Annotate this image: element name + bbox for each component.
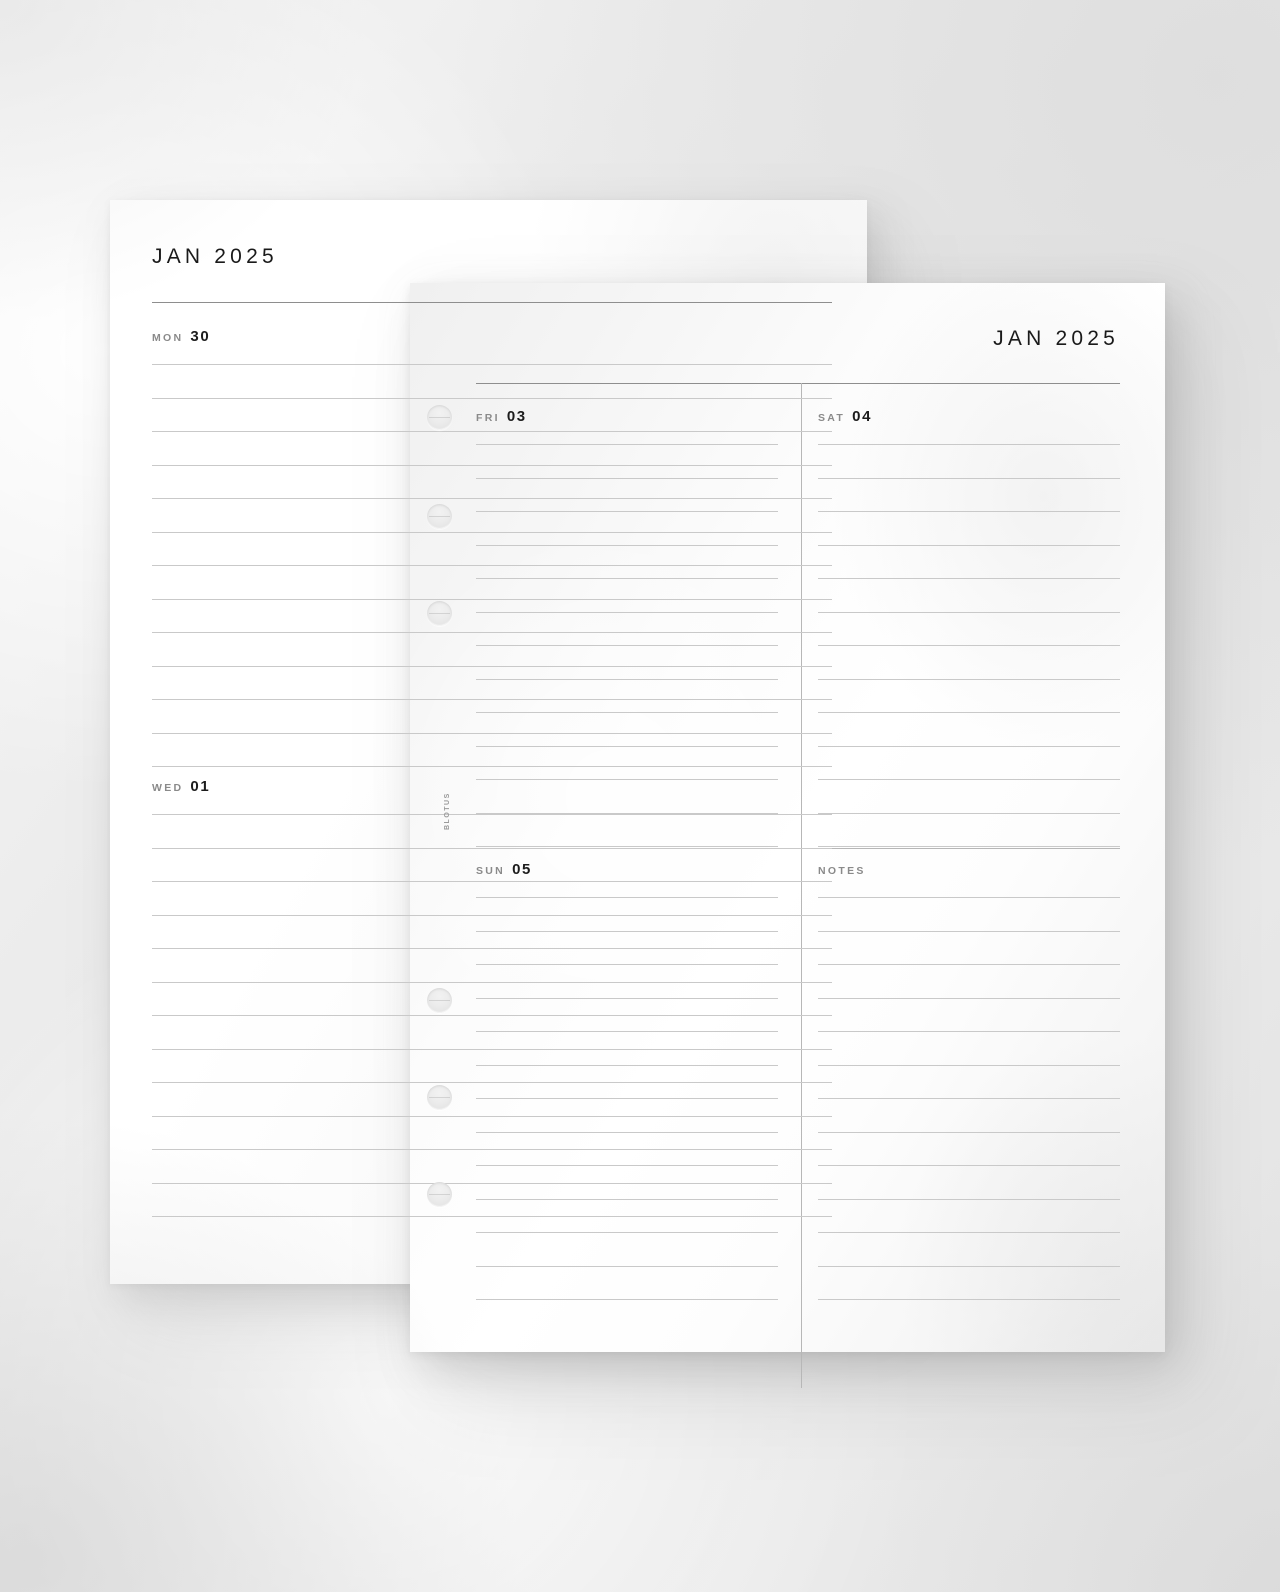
- rule-line: [818, 930, 1120, 932]
- header-rule-left: [152, 302, 832, 303]
- day-header-sat-04: SAT 04: [818, 408, 1120, 430]
- rule-line: [818, 812, 1120, 814]
- day-number-label: 30: [190, 328, 211, 345]
- rule-line: [818, 678, 1120, 680]
- binder-hole-1: [427, 405, 452, 430]
- day-abbr-label: FRI: [476, 412, 500, 424]
- day-abbr-label: SAT: [818, 412, 846, 424]
- rule-line: [476, 779, 778, 780]
- rule-line: [818, 1064, 1120, 1066]
- day-block-sun-05[interactable]: SUN 05: [476, 861, 778, 1300]
- rule-line: [476, 745, 778, 747]
- rule-line: [476, 1265, 778, 1267]
- binder-hole-4: [427, 988, 452, 1013]
- rule-line: [476, 964, 778, 965]
- rule-line: [476, 645, 778, 646]
- day-abbr-label: WED: [152, 782, 184, 794]
- notes-block[interactable]: NOTES: [818, 861, 1120, 1300]
- rule-line: [818, 444, 1120, 445]
- binder-hole-6: [427, 1182, 452, 1207]
- rule-line: [152, 397, 832, 399]
- rule-line: [818, 477, 1120, 479]
- rule-line: [476, 897, 778, 898]
- rule-line: [818, 1165, 1120, 1166]
- rule-line: [818, 779, 1120, 780]
- rule-line: [818, 745, 1120, 747]
- rule-line: [476, 1299, 778, 1300]
- rule-line: [818, 964, 1120, 965]
- rule-line: [476, 930, 778, 932]
- rule-line: [476, 1165, 778, 1166]
- rule-line: [476, 611, 778, 613]
- rule-line: [476, 544, 778, 546]
- day-header-mon-30: MON 30: [152, 328, 832, 350]
- rule-line: [818, 897, 1120, 898]
- rule-line: [818, 1299, 1120, 1300]
- rule-line: [476, 477, 778, 479]
- rule-line: [476, 846, 778, 847]
- binder-hole-3: [427, 601, 452, 626]
- rule-line: [818, 1232, 1120, 1233]
- rule-line: [476, 1031, 778, 1032]
- rule-line: [476, 997, 778, 999]
- rule-line: [818, 645, 1120, 646]
- page-title-right: JAN 2025: [993, 327, 1119, 350]
- brand-label: BLOTUS: [444, 792, 451, 830]
- rule-line: [818, 1131, 1120, 1133]
- day-abbr-label: MON: [152, 332, 184, 344]
- binder-hole-2: [427, 504, 452, 529]
- ruled-lines-notes[interactable]: [818, 897, 1120, 1300]
- day-header-fri-03: FRI 03: [476, 408, 778, 430]
- mockup-scene: JAN 2025 MON 30 WED 01 JAN 2025 BLOTUS F…: [0, 0, 1280, 1592]
- rule-line: [818, 1098, 1120, 1099]
- rule-line: [818, 1265, 1120, 1267]
- rule-line: [818, 712, 1120, 713]
- ruled-lines-sat-04[interactable]: [818, 444, 1120, 847]
- binder-hole-5: [427, 1085, 452, 1110]
- rule-line: [476, 712, 778, 713]
- rule-line: [818, 846, 1120, 847]
- page-title-left: JAN 2025: [152, 245, 278, 268]
- rule-line: [152, 364, 832, 365]
- rule-line: [818, 544, 1120, 546]
- day-header-sun-05: SUN 05: [476, 861, 778, 883]
- rule-line: [476, 511, 778, 512]
- rule-line: [476, 1198, 778, 1200]
- notes-header: NOTES: [818, 861, 1120, 883]
- day-number-label: 01: [190, 778, 211, 795]
- rule-line: [818, 511, 1120, 512]
- day-block-sat-04[interactable]: SAT 04: [818, 408, 1120, 847]
- rule-line: [818, 1031, 1120, 1032]
- ruled-lines-sun-05[interactable]: [476, 897, 778, 1300]
- rule-line: [476, 1131, 778, 1133]
- rule-line: [152, 847, 832, 849]
- rule-line: [818, 997, 1120, 999]
- rule-line: [476, 812, 778, 814]
- rule-line: [476, 1098, 778, 1099]
- rule-line: [818, 1198, 1120, 1200]
- notes-label: NOTES: [818, 865, 866, 877]
- rule-line: [818, 578, 1120, 579]
- rule-line: [476, 578, 778, 579]
- day-block-fri-03[interactable]: FRI 03: [476, 408, 778, 847]
- rule-line: [476, 444, 778, 445]
- rule-line: [476, 1064, 778, 1066]
- day-abbr-label: SUN: [476, 865, 506, 877]
- ruled-lines-fri-03[interactable]: [476, 444, 778, 847]
- day-number-label: 05: [512, 861, 532, 878]
- rule-line: [818, 611, 1120, 613]
- day-number-label: 04: [852, 408, 873, 425]
- day-number-label: 03: [506, 408, 527, 425]
- rule-line: [476, 1232, 778, 1233]
- rule-line: [476, 678, 778, 680]
